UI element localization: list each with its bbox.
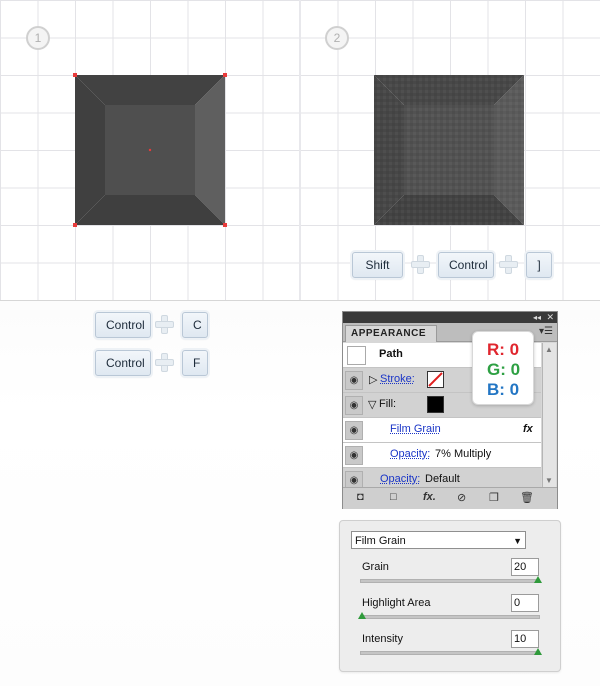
control-key: Control	[438, 252, 494, 278]
intensity-input[interactable]: 10	[511, 630, 539, 648]
rgb-callout: R: 0 G: 0 B: 0	[472, 331, 534, 405]
bevel-square-step1[interactable]	[75, 75, 225, 225]
plus-icon	[411, 255, 430, 274]
plus-icon	[155, 353, 174, 372]
duplicate-item-icon[interactable]: ❐	[489, 491, 499, 504]
collapse-icon[interactable]: ◂◂	[533, 312, 541, 323]
grain-input[interactable]: 20	[511, 558, 539, 576]
fill-label: Fill:	[379, 398, 397, 410]
film-grain-dialog: Film Grain ▼ Grain 20 Highlight Area 0 I…	[339, 520, 561, 672]
selection-anchor	[73, 73, 77, 77]
path-thumbnail	[347, 346, 366, 365]
bevel-square-step2[interactable]	[374, 75, 524, 225]
film-grain-link[interactable]: Film Grain	[390, 423, 441, 435]
panel-menu-icon[interactable]: ▾☰	[539, 326, 553, 337]
plus-icon	[499, 255, 518, 274]
clear-appearance-icon[interactable]: ⊘	[457, 491, 466, 504]
close-icon[interactable]: ✕	[546, 312, 554, 323]
default-opacity-link[interactable]: Opacity:	[380, 473, 420, 485]
step-2-badge: 2	[325, 26, 349, 50]
control-key-paste: Control	[95, 350, 151, 376]
film-grain-row[interactable]: ◉ Film Grain fx	[343, 418, 541, 443]
control-key-copy: Control	[95, 312, 151, 338]
highlight-area-slider-thumb[interactable]	[358, 612, 366, 619]
opacity-link[interactable]: Opacity:	[390, 448, 430, 460]
plus-icon	[155, 315, 174, 334]
fx-icon[interactable]: fx	[523, 423, 533, 435]
intensity-slider[interactable]	[360, 651, 540, 655]
selection-anchor	[223, 223, 227, 227]
eye-icon[interactable]: ◉	[345, 421, 363, 440]
tab-appearance[interactable]: APPEARANCE	[345, 325, 438, 342]
scroll-down-icon[interactable]: ▼	[545, 476, 553, 485]
eye-icon[interactable]: ◉	[345, 446, 363, 465]
delete-icon[interactable]: 🗑	[520, 491, 534, 504]
stroke-none-swatch[interactable]	[427, 371, 444, 388]
add-stroke-icon[interactable]: ◘	[357, 491, 364, 503]
c-key: C	[182, 312, 208, 338]
panel-footer: ◘ □ fx. ⊘ ❐ 🗑	[343, 487, 557, 509]
chevron-down-icon: ▼	[513, 536, 522, 546]
step-1-badge: 1	[26, 26, 50, 50]
shift-key: Shift	[352, 252, 403, 278]
intensity-label: Intensity	[362, 633, 403, 645]
f-key: F	[182, 350, 208, 376]
collapse-arrow-icon[interactable]: ▽	[368, 398, 376, 411]
highlight-area-input[interactable]: 0	[511, 594, 539, 612]
filter-select-value: Film Grain	[355, 535, 406, 547]
filter-select[interactable]: Film Grain ▼	[351, 531, 526, 549]
stroke-link[interactable]: Stroke:	[380, 373, 415, 385]
expand-arrow-icon[interactable]: ▷	[369, 373, 377, 386]
rgb-blue-value: B: 0	[487, 380, 520, 399]
add-effect-icon[interactable]: fx.	[423, 491, 436, 503]
add-fill-icon[interactable]: □	[390, 491, 397, 503]
rgb-green-value: G: 0	[487, 360, 521, 379]
selection-anchor	[73, 223, 77, 227]
panel-scrollbar[interactable]: ▲ ▼	[542, 343, 556, 487]
highlight-area-label: Highlight Area	[362, 597, 431, 609]
panel-titlebar: ◂◂ ✕	[343, 312, 557, 323]
selection-anchor	[223, 73, 227, 77]
eye-icon[interactable]: ◉	[345, 396, 363, 415]
highlight-area-slider[interactable]	[360, 615, 540, 619]
eye-icon[interactable]: ◉	[345, 371, 363, 390]
default-opacity-value: Default	[425, 473, 460, 485]
grain-label: Grain	[362, 561, 389, 573]
rgb-red-value: R: 0	[487, 340, 520, 359]
scroll-up-icon[interactable]: ▲	[545, 345, 553, 354]
path-label: Path	[379, 348, 403, 360]
fill-swatch[interactable]	[427, 396, 444, 413]
grain-slider[interactable]	[360, 579, 540, 583]
bracket-key: ]	[526, 252, 552, 278]
grain-slider-thumb[interactable]	[534, 576, 542, 583]
intensity-slider-thumb[interactable]	[534, 648, 542, 655]
grid-divider	[299, 0, 301, 300]
opacity-value: 7% Multiply	[435, 448, 492, 460]
opacity-row[interactable]: ◉ Opacity: 7% Multiply	[343, 443, 541, 468]
